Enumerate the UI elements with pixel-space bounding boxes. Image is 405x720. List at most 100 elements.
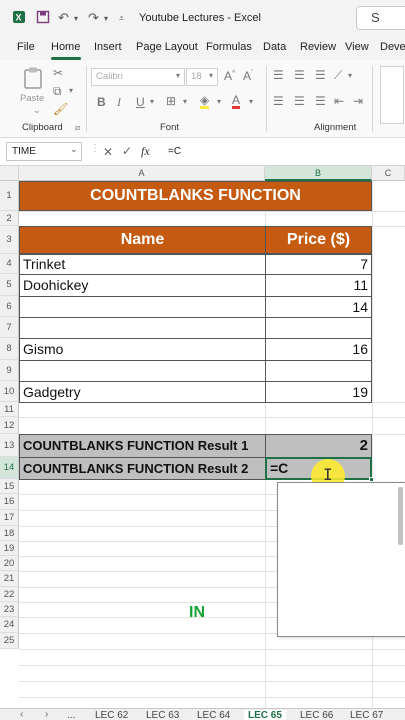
paste-icon[interactable] xyxy=(22,66,44,96)
paste-dropdown-icon[interactable]: ⌄ xyxy=(33,105,41,116)
borders-dropdown-icon[interactable]: ▾ xyxy=(183,97,187,106)
row-header[interactable]: 8 xyxy=(0,338,19,360)
align-right-icon[interactable]: ☰ xyxy=(315,94,326,108)
sheet-tab[interactable]: LEC 67 xyxy=(350,710,383,720)
tab-file[interactable]: File xyxy=(17,41,35,53)
sheet-tab[interactable]: LEC 64 xyxy=(197,710,230,720)
orientation-icon[interactable]: ⟋ xyxy=(334,68,342,83)
increase-indent-icon[interactable]: ⇥ xyxy=(353,94,363,108)
row-header[interactable]: 21 xyxy=(0,571,19,587)
row-header[interactable]: 11 xyxy=(0,402,19,417)
copy-dropdown-icon[interactable]: ▾ xyxy=(69,86,73,95)
tab-developer[interactable]: Devel xyxy=(380,41,405,53)
font-color-dropdown-icon[interactable]: ▾ xyxy=(249,97,253,106)
header-cell-name[interactable]: Name xyxy=(19,226,266,254)
tab-page-layout[interactable]: Page Layout xyxy=(136,41,198,53)
price-cell[interactable]: 7 xyxy=(265,254,372,275)
price-cell[interactable]: 19 xyxy=(265,381,372,403)
row-header[interactable]: 23 xyxy=(0,602,19,617)
price-cell[interactable] xyxy=(265,317,372,339)
insert-function-icon[interactable]: fx xyxy=(141,144,150,159)
name-cell[interactable]: Gismo xyxy=(19,338,266,361)
clipboard-launcher-icon[interactable]: ⧄ xyxy=(75,123,80,133)
row-header[interactable]: 4 xyxy=(0,254,19,274)
row-header[interactable]: 1 xyxy=(0,181,19,211)
italic-icon[interactable]: I xyxy=(117,95,121,110)
font-name-dropdown-icon[interactable]: ▾ xyxy=(176,71,180,80)
font-name-box[interactable]: Calibri xyxy=(91,68,185,86)
decrease-font-icon[interactable]: Aˇ xyxy=(243,69,253,83)
tab-data[interactable]: Data xyxy=(263,41,286,53)
font-color-icon[interactable]: A xyxy=(232,94,241,109)
sheet-tab[interactable]: LEC 63 xyxy=(146,710,179,720)
row-header[interactable]: 10 xyxy=(0,381,19,402)
row-header[interactable]: 19 xyxy=(0,541,19,556)
price-cell[interactable]: 16 xyxy=(265,338,372,361)
orientation-dropdown-icon[interactable]: ▾ xyxy=(348,71,352,80)
sheet-tab[interactable]: LEC 62 xyxy=(95,710,128,720)
tab-home[interactable]: Home xyxy=(51,41,80,53)
redo-dropdown-icon[interactable]: ▾ xyxy=(104,14,108,23)
header-cell-price[interactable]: Price ($) xyxy=(265,226,372,254)
copy-icon[interactable]: ⧉ xyxy=(53,84,62,99)
row-header[interactable]: 16 xyxy=(0,494,19,510)
formula-input[interactable]: =C xyxy=(168,146,181,157)
row-header[interactable]: 17 xyxy=(0,510,19,526)
sheet-tab[interactable]: LEC 66 xyxy=(300,710,333,720)
align-center-icon[interactable]: ☰ xyxy=(294,94,305,108)
align-middle-icon[interactable]: ☰ xyxy=(294,68,305,82)
save-icon[interactable] xyxy=(36,10,50,27)
decrease-indent-icon[interactable]: ⇤ xyxy=(334,94,344,108)
name-box-dropdown-icon[interactable]: ⌄ xyxy=(70,144,78,155)
sheet-tab-overflow[interactable]: ... xyxy=(67,710,75,720)
name-cell[interactable]: Gadgetry xyxy=(19,381,266,403)
tab-review[interactable]: Review xyxy=(300,41,336,53)
borders-icon[interactable]: ⊞ xyxy=(166,94,176,108)
row-header[interactable]: 7 xyxy=(0,317,19,338)
name-cell[interactable] xyxy=(19,360,266,382)
tab-view[interactable]: View xyxy=(345,41,369,53)
row-header[interactable]: 24 xyxy=(0,617,19,633)
tab-formulas[interactable]: Formulas xyxy=(206,41,252,53)
row-header[interactable]: 3 xyxy=(0,226,19,254)
name-cell[interactable] xyxy=(19,296,266,318)
cancel-entry-icon[interactable]: ✕ xyxy=(103,145,113,159)
price-cell[interactable]: 11 xyxy=(265,274,372,297)
row-header[interactable]: 9 xyxy=(0,360,19,381)
price-cell[interactable] xyxy=(265,360,372,382)
increase-font-icon[interactable]: A^ xyxy=(224,69,235,83)
row-header[interactable]: 25 xyxy=(0,633,19,649)
align-top-icon[interactable]: ☰ xyxy=(273,68,284,82)
result1-value-cell[interactable]: 2 xyxy=(265,434,372,458)
font-size-dropdown-icon[interactable]: ▾ xyxy=(209,71,213,80)
row-header[interactable]: 6 xyxy=(0,296,19,317)
column-header-b[interactable]: B xyxy=(265,166,372,181)
cut-icon[interactable]: ✂ xyxy=(53,66,63,80)
search-box[interactable]: S xyxy=(356,6,405,30)
row-header[interactable]: 2 xyxy=(0,211,19,226)
row-header[interactable]: 20 xyxy=(0,556,19,571)
confirm-entry-icon[interactable]: ✓ xyxy=(122,144,132,158)
next-sheet-icon[interactable]: › xyxy=(45,709,48,720)
align-bottom-icon[interactable]: ☰ xyxy=(315,68,326,82)
column-header-a[interactable]: A xyxy=(19,166,265,181)
customize-quick-access-icon[interactable]: ⩡ xyxy=(119,13,124,24)
row-header[interactable]: 22 xyxy=(0,587,19,602)
row-header[interactable]: 18 xyxy=(0,526,19,541)
fill-color-dropdown-icon[interactable]: ▾ xyxy=(217,97,221,106)
name-cell[interactable]: Doohickey xyxy=(19,274,266,297)
fill-color-icon[interactable]: ◈ xyxy=(200,94,210,109)
undo-icon[interactable]: ↶ xyxy=(58,10,69,26)
name-cell[interactable] xyxy=(19,317,266,339)
row-header[interactable]: 15 xyxy=(0,479,19,494)
tab-insert[interactable]: Insert xyxy=(94,41,122,53)
underline-dropdown-icon[interactable]: ▾ xyxy=(150,97,154,106)
result2-label-cell[interactable]: COUNTBLANKS FUNCTION Result 2 xyxy=(19,457,266,480)
font-size-box[interactable]: 18 xyxy=(186,68,218,86)
bold-icon[interactable]: B xyxy=(97,95,106,109)
row-header[interactable]: 13 xyxy=(0,434,19,457)
result1-label-cell[interactable]: COUNTBLANKS FUNCTION Result 1 xyxy=(19,434,266,458)
previous-sheet-icon[interactable]: ‹ xyxy=(20,709,23,720)
name-cell[interactable]: Trinket xyxy=(19,254,266,275)
autocomplete-scrollbar[interactable] xyxy=(398,487,403,545)
